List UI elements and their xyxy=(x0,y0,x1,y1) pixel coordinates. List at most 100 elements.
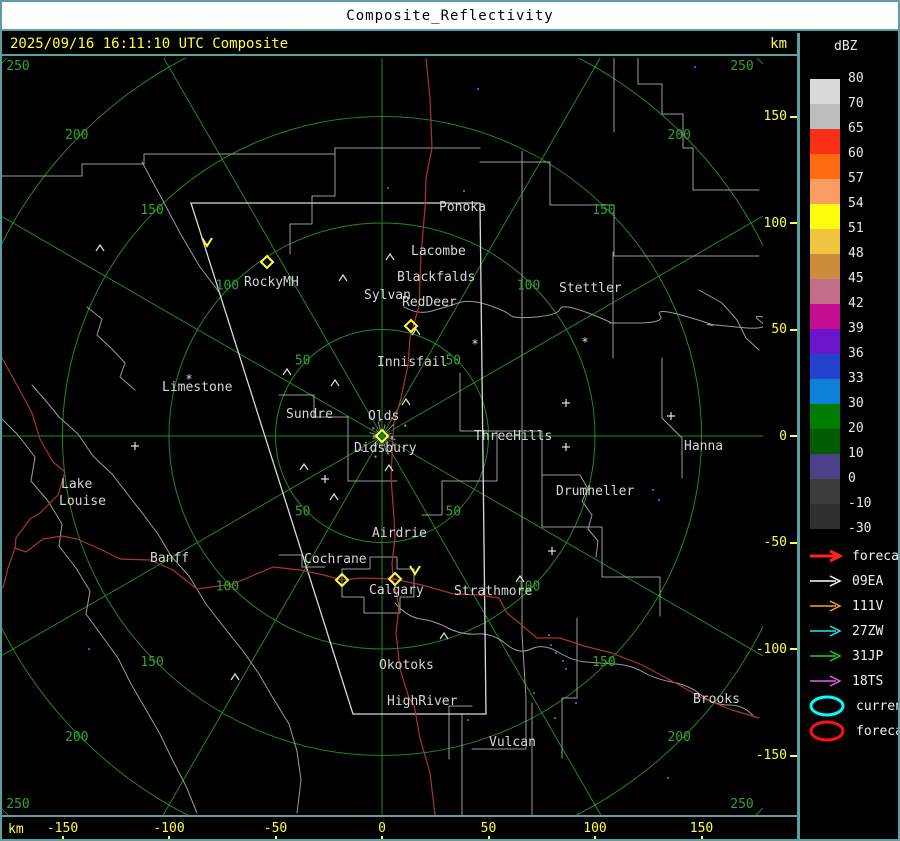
dbz-boundary-label-20: 20 xyxy=(848,421,864,436)
city-label-blackfalds: Blackfalds xyxy=(397,270,475,285)
ring-label-250: 250 xyxy=(730,59,753,74)
bottom-axis-tick-label--50: -50 xyxy=(263,821,288,836)
tick-dash xyxy=(168,836,170,839)
ring-label-50: 50 xyxy=(445,354,461,369)
radar-application-window: Composite_Reflectivity 2025/09/16 16:11:… xyxy=(0,0,900,841)
radar-map-svg[interactable]: 50 5050 50100 100100 100150 150150 150200 20020… xyxy=(2,2,898,839)
echo-speck-blue xyxy=(467,719,469,721)
legend-row-ellipse-forecast: forecast xyxy=(808,720,898,742)
city-label-rockymh: RockyMH xyxy=(244,275,299,290)
ring-label-50: 50 xyxy=(295,504,311,519)
echo-speck-green xyxy=(398,603,400,605)
ring-label-50: 50 xyxy=(445,504,461,519)
tick-dash xyxy=(61,836,64,839)
bottom-axis-tick-label--150: -150 xyxy=(46,821,79,836)
radar-map-canvas[interactable]: 50 50 50 50 100 100 100 100 150 150 150 150 200 200 20… xyxy=(2,2,898,839)
legend-row-forecast: forecast xyxy=(808,545,898,567)
track-ellipse-icon xyxy=(809,695,845,717)
dbz-boundary-label-57: 57 xyxy=(848,171,864,186)
city-label-airdrie: Airdrie xyxy=(372,526,427,541)
station-plus-marker xyxy=(562,399,570,407)
city-label-lacombe: Lacombe xyxy=(411,244,466,259)
track-arrow-icon xyxy=(810,650,842,662)
legend-label: 111V xyxy=(852,598,884,614)
dbz-boundary-label-51: 51 xyxy=(848,221,864,236)
right-axis-unit-label: km xyxy=(770,36,787,52)
legend-row-111V: 111V xyxy=(808,595,883,617)
dbz-boundary-label-39: 39 xyxy=(848,321,864,336)
tick-dash xyxy=(594,836,596,839)
cell-arrow-marker[interactable] xyxy=(201,237,213,248)
city-label-sundre: Sundre xyxy=(286,407,333,422)
dbz-boundary-label-45: 45 xyxy=(848,271,864,286)
city-label-hanna: Hanna xyxy=(684,439,723,454)
ring-label-150: 150 xyxy=(140,655,163,670)
station-caret-marker xyxy=(95,243,105,252)
dbz-boundary-label-65: 65 xyxy=(848,121,864,136)
city-label-innisfail: Innisfail xyxy=(377,355,447,370)
dbz-boundary-label-42: 42 xyxy=(848,296,864,311)
echo-speck-blue xyxy=(652,489,654,491)
legend-label: 18TS xyxy=(852,673,884,689)
cell-arrow-marker[interactable] xyxy=(409,565,421,576)
dbz-boundary-label-36: 36 xyxy=(848,346,864,361)
right-axis-tick-label: 50 xyxy=(771,322,787,337)
info-bar: 2025/09/16 16:11:10 UTC Composite km xyxy=(2,33,797,56)
timestamp-label: 2025/09/16 16:11:10 UTC Composite xyxy=(10,35,289,52)
dbz-color-block-54 xyxy=(810,204,840,229)
bottom-axis-tick-label--100: -100 xyxy=(153,821,185,836)
city-label-olds: Olds xyxy=(368,409,399,424)
right-axis-tick-100: 100 xyxy=(763,215,797,231)
right-axis-tick-label: 100 xyxy=(763,215,787,231)
tick-dash xyxy=(381,836,383,839)
echo-speck-blue xyxy=(565,668,567,670)
ring-label-250: 250 xyxy=(6,59,29,74)
tick-dash xyxy=(790,115,797,118)
scale-title: dBZ xyxy=(834,39,858,54)
city-label-vulcan: Vulcan xyxy=(489,735,536,750)
echo-speck-green xyxy=(667,777,669,779)
dbz-color-block-33 xyxy=(810,379,840,404)
ring-label-200: 200 xyxy=(667,128,690,143)
station-caret-marker xyxy=(330,378,340,387)
station-plus-marker xyxy=(321,475,329,483)
clutter-speck xyxy=(372,427,375,430)
city-label-reddeer: RedDeer xyxy=(402,295,457,310)
clutter-speck xyxy=(390,437,393,440)
dbz-boundary-label-80: 80 xyxy=(848,71,864,86)
tick-dash xyxy=(790,222,797,224)
bottom-axis-tick-label-100: 100 xyxy=(583,821,607,836)
right-axis-tick-label: -150 xyxy=(755,748,787,763)
ring-label-200: 200 xyxy=(667,730,690,745)
clutter-speck xyxy=(373,435,376,438)
boundary-line xyxy=(278,372,581,516)
azimuth-spoke xyxy=(130,2,383,437)
bottom-axis-tick-label-150: 150 xyxy=(689,821,714,836)
legend-label: forecast xyxy=(856,723,898,739)
dbz-color-block-42 xyxy=(810,304,840,329)
right-axis-tick-0: 0 xyxy=(779,429,797,444)
echo-speck-blue xyxy=(562,660,564,662)
city-label-drumheller: Drumheller xyxy=(556,484,634,499)
clutter-speck xyxy=(404,424,407,427)
legend-row-18TS: 18TS xyxy=(808,670,883,692)
station-caret-marker xyxy=(282,367,292,376)
boundary-line xyxy=(448,617,578,816)
dbz-color-block-80 xyxy=(810,79,840,104)
echo-speck-blue xyxy=(550,644,552,646)
cell-diamond-marker[interactable] xyxy=(259,254,275,270)
park-boundary xyxy=(2,418,198,814)
station-plus-marker xyxy=(548,547,556,555)
right-axis-tick--100: -100 xyxy=(756,642,797,657)
dbz-boundary-label--30: -30 xyxy=(848,521,872,536)
legend-label: 27ZW xyxy=(852,623,884,639)
right-axis-tick--50: -50 xyxy=(764,535,797,550)
tick-dash xyxy=(274,836,277,839)
station-plus-marker xyxy=(131,442,139,450)
dbz-color-block-36 xyxy=(810,354,840,379)
dbz-boundary-label-60: 60 xyxy=(848,146,864,161)
echo-speck-blue xyxy=(658,499,660,501)
city-label-louise: Louise xyxy=(59,494,106,509)
bottom-axis-unit-label: km xyxy=(8,822,24,837)
legend-row-31JP: 31JP xyxy=(808,645,883,667)
